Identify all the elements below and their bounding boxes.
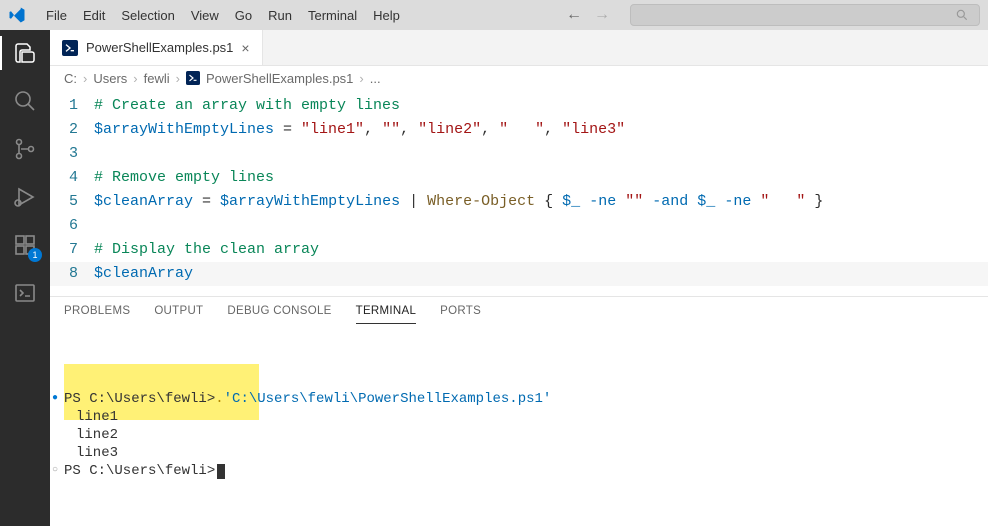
search-icon <box>955 8 969 22</box>
menu-terminal[interactable]: Terminal <box>300 4 365 27</box>
menu-view[interactable]: View <box>183 4 227 27</box>
crumb[interactable]: ... <box>370 71 381 86</box>
menubar: FileEditSelectionViewGoRunTerminalHelp ←… <box>0 0 988 30</box>
bullet-icon: ● <box>52 390 62 408</box>
line-number: 2 <box>50 118 94 142</box>
editor-area: PowerShellExamples.ps1 × C: › Users › fe… <box>50 30 988 526</box>
panel-tab-output[interactable]: OUTPUT <box>154 305 203 324</box>
line-number: 3 <box>50 142 94 166</box>
extensions-badge: 1 <box>28 248 42 262</box>
terminal-cmd-dot: . <box>215 390 223 408</box>
extensions-icon[interactable]: 1 <box>12 232 38 258</box>
terminal-output: line1 <box>64 408 974 426</box>
terminal-activity-icon[interactable] <box>12 280 38 306</box>
chevron-right-icon: › <box>83 71 87 86</box>
nav-forward-icon[interactable]: → <box>594 6 610 24</box>
activity-bar: 1 <box>0 30 50 526</box>
code-line[interactable]: 5$cleanArray = $arrayWithEmptyLines | Wh… <box>50 190 988 214</box>
menu-run[interactable]: Run <box>260 4 300 27</box>
panel-tab-ports[interactable]: PORTS <box>440 305 481 324</box>
terminal-prompt: PS C:\Users\fewli> <box>64 462 215 480</box>
terminal-output: line3 <box>64 444 974 462</box>
menu-help[interactable]: Help <box>365 4 408 27</box>
terminal[interactable]: ● PS C:\Users\fewli> . 'C:\Users\fewli\P… <box>50 324 988 526</box>
code-line[interactable]: 2$arrayWithEmptyLines = "line1", "", "li… <box>50 118 988 142</box>
code-content[interactable]: $arrayWithEmptyLines = "line1", "", "lin… <box>94 118 625 142</box>
chevron-right-icon: › <box>133 71 137 86</box>
panel-tabs: PROBLEMS OUTPUT DEBUG CONSOLE TERMINAL PORTS <box>50 297 988 324</box>
menu-edit[interactable]: Edit <box>75 4 113 27</box>
tab-filename: PowerShellExamples.ps1 <box>86 40 233 55</box>
close-icon[interactable]: × <box>241 40 249 56</box>
line-number: 7 <box>50 238 94 262</box>
source-control-icon[interactable] <box>12 136 38 162</box>
bullet-icon: ○ <box>52 462 62 480</box>
code-content[interactable]: # Create an array with empty lines <box>94 94 400 118</box>
code-line[interactable]: 7# Display the clean array <box>50 238 988 262</box>
crumb[interactable]: Users <box>93 71 127 86</box>
run-debug-icon[interactable] <box>12 184 38 210</box>
terminal-cursor <box>217 464 225 479</box>
tab-bar: PowerShellExamples.ps1 × <box>50 30 988 66</box>
terminal-script-path: 'C:\Users\fewli\PowerShellExamples.ps1' <box>224 390 552 408</box>
crumb[interactable]: PowerShellExamples.ps1 <box>206 71 353 86</box>
code-content[interactable]: # Display the clean array <box>94 238 319 262</box>
menu-file[interactable]: File <box>38 4 75 27</box>
panel-tab-terminal[interactable]: TERMINAL <box>356 305 417 324</box>
code-editor[interactable]: 1# Create an array with empty lines2$arr… <box>50 90 988 296</box>
search-activity-icon[interactable] <box>12 88 38 114</box>
line-number: 1 <box>50 94 94 118</box>
menu-go[interactable]: Go <box>227 4 260 27</box>
chevron-right-icon: › <box>176 71 180 86</box>
chevron-right-icon: › <box>359 71 363 86</box>
code-line[interactable]: 6 <box>50 214 988 238</box>
code-content[interactable]: $cleanArray <box>94 262 193 286</box>
terminal-output: line2 <box>64 426 974 444</box>
code-line[interactable]: 1# Create an array with empty lines <box>50 94 988 118</box>
explorer-icon[interactable] <box>12 40 38 66</box>
crumb[interactable]: C: <box>64 71 77 86</box>
menu-selection[interactable]: Selection <box>113 4 182 27</box>
code-line[interactable]: 8$cleanArray <box>50 262 988 286</box>
nav-arrows: ← → <box>566 6 620 24</box>
terminal-prompt: PS C:\Users\fewli> <box>64 390 215 408</box>
powershell-file-icon <box>186 71 200 85</box>
nav-back-icon[interactable]: ← <box>566 6 582 24</box>
command-center-input[interactable] <box>630 4 980 26</box>
panel: PROBLEMS OUTPUT DEBUG CONSOLE TERMINAL PORTS… <box>50 296 988 526</box>
line-number: 6 <box>50 214 94 238</box>
code-line[interactable]: 3 <box>50 142 988 166</box>
code-content[interactable]: $cleanArray = $arrayWithEmptyLines | Whe… <box>94 190 823 214</box>
powershell-file-icon <box>62 40 78 56</box>
crumb[interactable]: fewli <box>144 71 170 86</box>
line-number: 4 <box>50 166 94 190</box>
line-number: 5 <box>50 190 94 214</box>
line-number: 8 <box>50 262 94 286</box>
code-content[interactable]: # Remove empty lines <box>94 166 274 190</box>
vscode-logo-icon <box>8 6 26 24</box>
panel-tab-problems[interactable]: PROBLEMS <box>64 305 130 324</box>
breadcrumbs[interactable]: C: › Users › fewli › PowerShellExamples.… <box>50 66 988 90</box>
panel-tab-debug-console[interactable]: DEBUG CONSOLE <box>227 305 331 324</box>
tab-powershellexamples[interactable]: PowerShellExamples.ps1 × <box>50 30 263 65</box>
code-line[interactable]: 4# Remove empty lines <box>50 166 988 190</box>
